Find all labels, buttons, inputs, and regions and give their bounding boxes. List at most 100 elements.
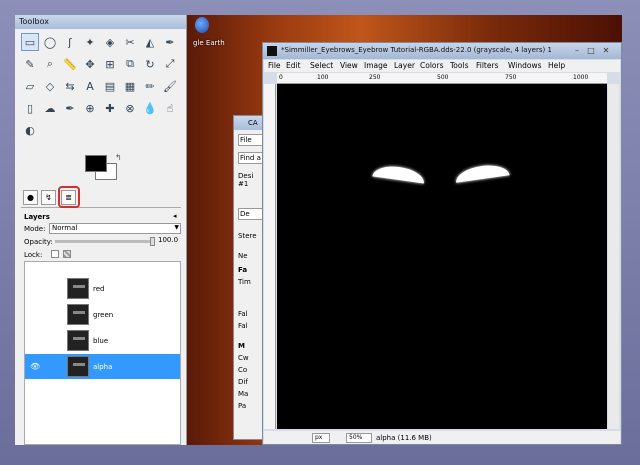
bucket-fill-icon[interactable]: ▤ <box>101 77 119 95</box>
layers-heading: Layers <box>24 213 50 221</box>
dock-tabs: ● ↯ ≣ <box>21 190 181 208</box>
menu-image[interactable]: Image <box>364 61 388 70</box>
perspective-icon[interactable]: ◇ <box>41 77 59 95</box>
image-window: *Simmiller_Eyebrows_Eyebrow Tutorial-RGB… <box>262 42 622 445</box>
menu-tools[interactable]: Tools <box>450 61 468 70</box>
measure-icon[interactable]: 📏 <box>61 55 79 73</box>
ruler-mark: 250 <box>369 74 381 81</box>
layer-row[interactable]: blue <box>25 328 180 353</box>
layer-name: alpha <box>93 363 113 371</box>
vertical-ruler <box>264 84 276 429</box>
clone-icon[interactable]: ⊕ <box>81 99 99 117</box>
shear-icon[interactable]: ▱ <box>21 77 39 95</box>
maximize-icon[interactable]: □ <box>585 45 597 56</box>
foreground-select-icon[interactable]: ◭ <box>141 33 159 51</box>
select-by-color-icon[interactable]: ◈ <box>101 33 119 51</box>
layer-thumbnail <box>67 330 89 351</box>
color-picker-icon[interactable]: ✎ <box>21 55 39 73</box>
image-window-titlebar[interactable]: *Simmiller_Eyebrows_Eyebrow Tutorial-RGB… <box>263 43 621 59</box>
chevron-down-icon: ▼ <box>174 224 179 231</box>
menu-filters[interactable]: Filters <box>476 61 498 70</box>
layers-list: red green blue 👁 alpha <box>24 261 181 445</box>
gimp-window-icon <box>267 46 277 56</box>
tool-options-tab-icon[interactable]: ● <box>23 190 38 205</box>
close-icon[interactable]: ✕ <box>600 45 612 56</box>
opacity-slider-knob[interactable] <box>150 237 155 246</box>
eye-icon[interactable]: 👁 <box>30 362 40 371</box>
blur-icon[interactable]: 💧 <box>141 99 159 117</box>
dock-menu-icon[interactable]: ◂ <box>173 212 177 220</box>
flip-icon[interactable]: ⇆ <box>61 77 79 95</box>
lock-pixels-checkbox[interactable] <box>51 250 59 258</box>
paintbrush-icon[interactable]: 🖌 <box>161 77 179 95</box>
lock-alpha-checkbox[interactable] <box>63 250 71 258</box>
eraser-icon[interactable]: ▯ <box>21 99 39 117</box>
opacity-slider[interactable] <box>55 237 155 246</box>
ruler-mark: 500 <box>437 74 449 81</box>
menu-colors[interactable]: Colors <box>420 61 444 70</box>
scale-icon[interactable]: ⤢ <box>161 55 179 73</box>
opacity-label: Opacity: <box>24 238 53 246</box>
menu-help[interactable]: Help <box>548 61 565 70</box>
smudge-icon[interactable]: ☝ <box>161 99 179 117</box>
move-icon[interactable]: ✥ <box>81 55 99 73</box>
color-swatches[interactable]: ↰ <box>85 153 125 187</box>
image-window-title: *Simmiller_Eyebrows_Eyebrow Tutorial-RGB… <box>281 46 551 54</box>
menu-select[interactable]: Select <box>310 61 333 70</box>
desktop-icon-label: gle Earth <box>193 39 225 47</box>
menu-bar: File Edit Select View Image Layer Colors Tools F… <box>264 60 620 72</box>
layer-name: red <box>93 285 105 293</box>
menu-layer[interactable]: Layer <box>394 61 415 70</box>
google-earth-icon[interactable] <box>195 17 209 33</box>
dodge-burn-icon[interactable]: ◐ <box>21 121 39 139</box>
menu-file[interactable]: File <box>268 61 281 70</box>
layer-row[interactable]: red <box>25 276 180 301</box>
perspective-clone-icon[interactable]: ⊗ <box>121 99 139 117</box>
align-icon[interactable]: ⊞ <box>101 55 119 73</box>
layers-tab-highlight <box>58 186 80 208</box>
screen: gle Earth Toolbox ▭ ◯ ʃ ✦ ◈ ✂ ◭ ✒ ✎ ⌕ 📏 ✥ ⊞ ⧉ ↻ ⤢ ▱ ◇ ⇆ A ▤ ▦… <box>15 15 622 445</box>
layer-name: green <box>93 311 114 319</box>
swap-colors-icon[interactable]: ↰ <box>115 153 122 162</box>
magnify-icon[interactable]: ⌕ <box>41 55 59 73</box>
rect-select-icon[interactable]: ▭ <box>21 33 39 51</box>
scissors-icon[interactable]: ✂ <box>121 33 139 51</box>
layer-thumbnail <box>67 278 89 299</box>
ink-icon[interactable]: ✒ <box>61 99 79 117</box>
minimize-icon[interactable]: – <box>571 45 583 56</box>
blend-icon[interactable]: ▦ <box>121 77 139 95</box>
pencil-icon[interactable]: ✏ <box>141 77 159 95</box>
menu-edit[interactable]: Edit <box>286 61 301 70</box>
heal-icon[interactable]: ✚ <box>101 99 119 117</box>
opacity-value[interactable]: 100.0 <box>158 236 178 244</box>
unit-select[interactable]: px <box>312 433 330 443</box>
text-icon[interactable]: A <box>81 77 99 95</box>
mode-select[interactable]: Normal ▼ <box>49 223 181 234</box>
ruler-mark: 1000 <box>573 74 589 81</box>
status-bar: px 50% alpha (11.6 MB) <box>264 431 620 444</box>
image-canvas[interactable] <box>277 84 607 429</box>
paths-icon[interactable]: ✒ <box>161 33 179 51</box>
layer-row[interactable]: green <box>25 302 180 327</box>
zoom-select[interactable]: 50% <box>346 433 372 443</box>
ellipse-select-icon[interactable]: ◯ <box>41 33 59 51</box>
menu-view[interactable]: View <box>340 61 358 70</box>
rotate-icon[interactable]: ↻ <box>141 55 159 73</box>
lasso-icon[interactable]: ʃ <box>61 33 79 51</box>
mode-label: Mode: <box>24 225 46 233</box>
fuzzy-select-icon[interactable]: ✦ <box>81 33 99 51</box>
airbrush-icon[interactable]: ☁ <box>41 99 59 117</box>
crop-icon[interactable]: ⧉ <box>121 55 139 73</box>
device-status-tab-icon[interactable]: ↯ <box>41 190 56 205</box>
foreground-color[interactable] <box>85 155 107 172</box>
layer-row[interactable]: 👁 alpha <box>25 354 180 379</box>
right-eyebrow-shape <box>454 162 510 183</box>
status-text: alpha (11.6 MB) <box>376 434 432 442</box>
toolbox-window: Toolbox ▭ ◯ ʃ ✦ ◈ ✂ ◭ ✒ ✎ ⌕ 📏 ✥ ⊞ ⧉ ↻ ⤢ ▱ ◇ ⇆ A ▤ ▦ ✏ 🖌 ▯ ☁ ✒ ⊕ ✚ ⊗ 💧 ☝… <box>15 15 187 445</box>
ruler-mark: 100 <box>317 74 329 81</box>
vertical-scrollbar[interactable] <box>608 84 619 429</box>
lock-label: Lock: <box>24 251 43 259</box>
layer-thumbnail <box>67 304 89 325</box>
menu-windows[interactable]: Windows <box>508 61 541 70</box>
horizontal-ruler: 0 100 250 500 750 1000 <box>277 73 607 84</box>
